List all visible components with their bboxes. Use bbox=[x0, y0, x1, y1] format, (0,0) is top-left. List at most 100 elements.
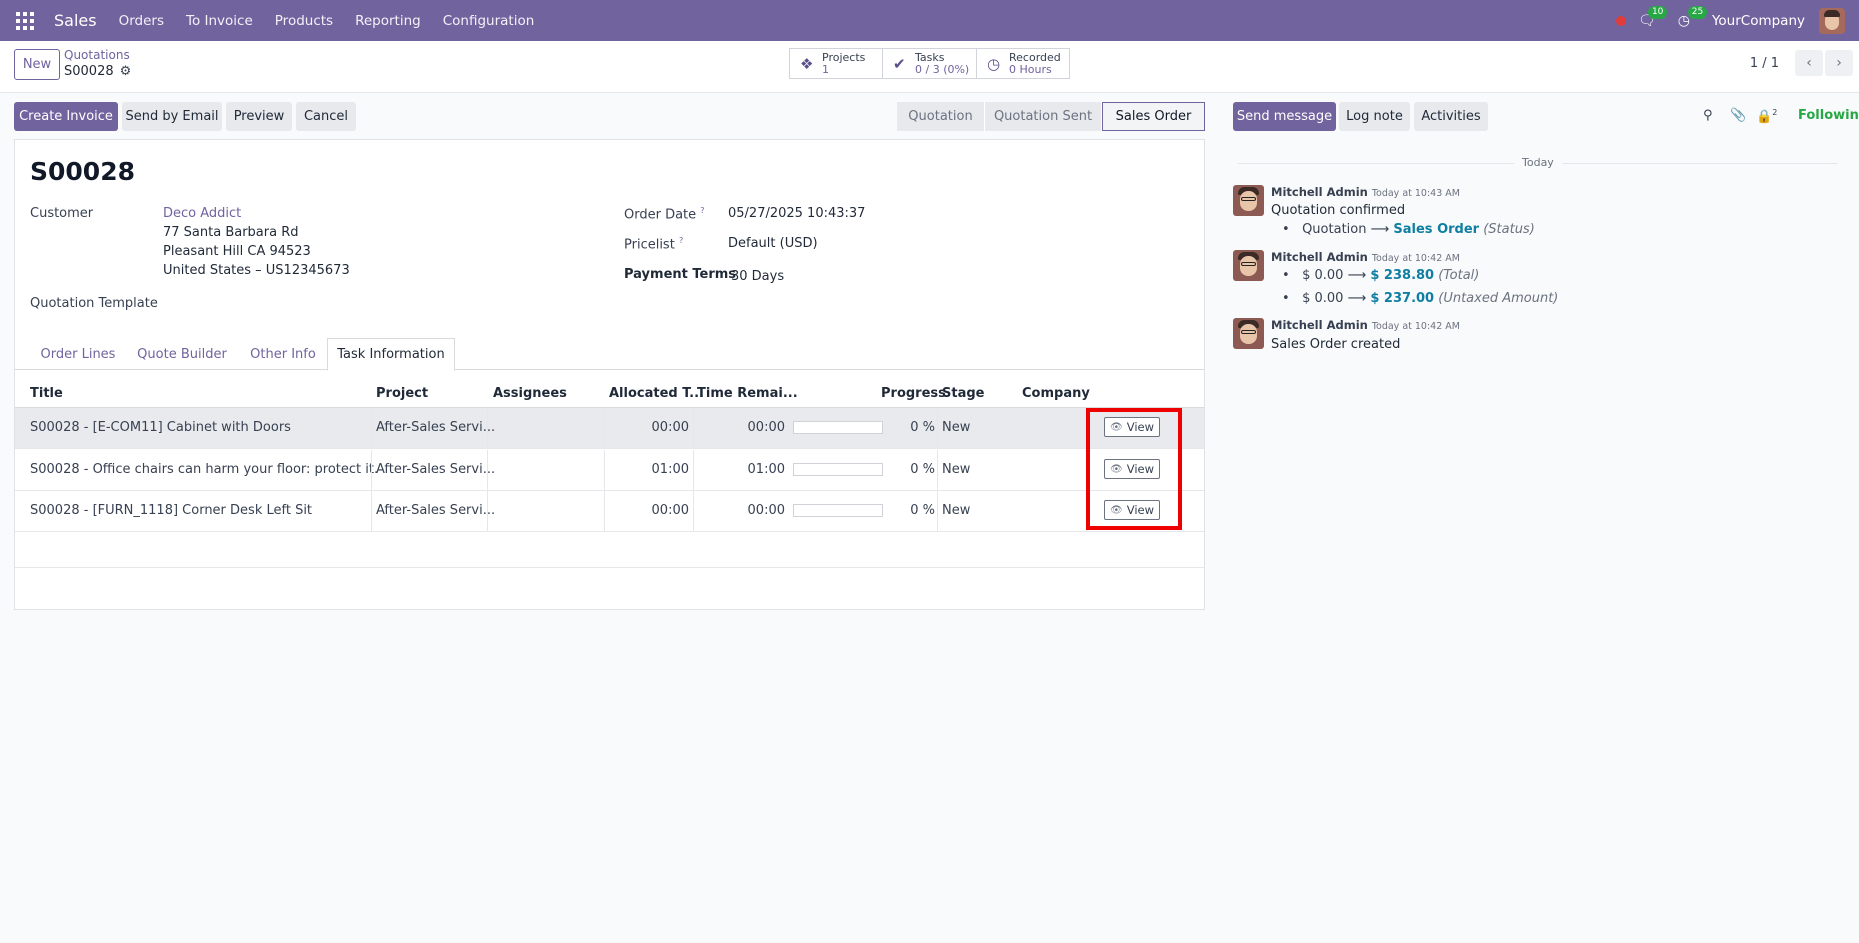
col-allocated-time[interactable]: Allocated T... bbox=[609, 386, 704, 401]
company-switcher[interactable]: YourCompany bbox=[1712, 13, 1805, 29]
app-name[interactable]: Sales bbox=[54, 11, 97, 30]
task-progress-bar bbox=[793, 463, 883, 476]
address-street: 77 Santa Barbara Rd bbox=[163, 225, 299, 240]
avatar[interactable] bbox=[1233, 185, 1264, 216]
task-title: S00028 - [FURN_1118] Corner Desk Left Si… bbox=[30, 503, 313, 518]
address-city: Pleasant Hill CA 94523 bbox=[163, 244, 311, 259]
stage-quotation-sent[interactable]: Quotation Sent bbox=[985, 102, 1102, 131]
view-task-button[interactable]: 👁 View bbox=[1104, 417, 1160, 437]
chat-icon[interactable]: 🗨 10 bbox=[1638, 5, 1668, 29]
status-bar: Quotation Quotation Sent Sales Order bbox=[897, 102, 1205, 131]
old-value: Quotation bbox=[1302, 222, 1367, 237]
view-button-label: View bbox=[1126, 462, 1154, 476]
notebook-tabs: Order Lines Quote Builder Other Info Tas… bbox=[15, 338, 1204, 371]
app-grid-icon[interactable] bbox=[14, 10, 36, 32]
field-name: (Status) bbox=[1483, 222, 1535, 237]
view-button-label: View bbox=[1126, 420, 1154, 434]
task-title: S00028 - Office chairs can harm your flo… bbox=[30, 462, 379, 477]
cancel-button[interactable]: Cancel bbox=[296, 102, 356, 131]
paperclip-icon[interactable]: 📎 bbox=[1730, 108, 1746, 123]
recorded-label: Recorded bbox=[1009, 50, 1061, 64]
field-name: (Untaxed Amount) bbox=[1438, 291, 1559, 306]
order-date-help-icon[interactable]: ? bbox=[700, 206, 704, 215]
activities-button[interactable]: Activities bbox=[1414, 102, 1488, 131]
user-avatar[interactable] bbox=[1819, 7, 1845, 34]
order-name: S00028 bbox=[30, 157, 135, 186]
payment-terms-value[interactable]: 30 Days bbox=[731, 269, 784, 284]
col-assignees[interactable]: Assignees bbox=[493, 386, 567, 401]
message-timestamp: Today at 10:43 AM bbox=[1371, 188, 1460, 199]
send-by-email-button[interactable]: Send by Email bbox=[122, 102, 222, 131]
col-stage[interactable]: Stage bbox=[942, 386, 984, 401]
tab-quote-builder[interactable]: Quote Builder bbox=[128, 338, 236, 370]
avatar[interactable] bbox=[1233, 318, 1264, 349]
new-button[interactable]: New bbox=[14, 49, 60, 80]
old-value: $ 0.00 bbox=[1302, 268, 1344, 283]
task-progress-bar bbox=[793, 504, 883, 517]
table-row[interactable]: S00028 - [E-COM11] Cabinet with Doors Af… bbox=[15, 408, 1204, 449]
tasks-smart-button[interactable]: ✔ Tasks 0 / 3 (0%) bbox=[882, 48, 977, 79]
menu-orders[interactable]: Orders bbox=[119, 13, 164, 29]
old-value: $ 0.00 bbox=[1302, 291, 1344, 306]
task-progress-label: 0 % bbox=[910, 420, 935, 435]
tab-other-info[interactable]: Other Info bbox=[238, 338, 328, 370]
stage-sales-order[interactable]: Sales Order bbox=[1102, 102, 1205, 131]
customer-link[interactable]: Deco Addict bbox=[163, 206, 241, 221]
avatar[interactable] bbox=[1233, 250, 1264, 281]
order-date-value[interactable]: 05/27/2025 10:43:37 bbox=[728, 206, 865, 221]
pager-value[interactable]: 1 / 1 bbox=[1750, 56, 1779, 71]
col-title[interactable]: Title bbox=[30, 386, 63, 401]
eye-icon: 👁 bbox=[1110, 463, 1123, 475]
tab-task-information[interactable]: Task Information bbox=[327, 338, 455, 371]
message-author[interactable]: Mitchell Admin Today at 10:43 AM bbox=[1271, 185, 1460, 199]
menu-to-invoice[interactable]: To Invoice bbox=[186, 13, 253, 29]
tab-order-lines[interactable]: Order Lines bbox=[30, 338, 126, 370]
message-author[interactable]: Mitchell Admin Today at 10:42 AM bbox=[1271, 250, 1460, 264]
menu-configuration[interactable]: Configuration bbox=[443, 13, 535, 29]
message-timestamp: Today at 10:42 AM bbox=[1371, 253, 1460, 264]
pricelist-help-icon[interactable]: ? bbox=[679, 236, 683, 245]
clock-icon: ◷ bbox=[987, 54, 1001, 73]
create-invoice-button[interactable]: Create Invoice bbox=[14, 102, 118, 131]
preview-button[interactable]: Preview bbox=[226, 102, 292, 131]
recorded-smart-button[interactable]: ◷ Recorded 0 Hours bbox=[976, 48, 1070, 79]
date-separator: Today bbox=[1514, 156, 1562, 169]
pager-previous-icon[interactable]: ‹ bbox=[1795, 50, 1823, 76]
tracking-change: • $ 0.00 ⟶ $ 237.00 (Untaxed Amount) bbox=[1282, 291, 1559, 306]
menu-products[interactable]: Products bbox=[275, 13, 333, 29]
following-button[interactable]: Following bbox=[1798, 108, 1859, 123]
task-title: S00028 - [E-COM11] Cabinet with Doors bbox=[30, 420, 291, 435]
arrow-right-icon: ⟶ bbox=[1347, 268, 1367, 283]
view-task-button[interactable]: 👁 View bbox=[1104, 459, 1160, 479]
stage-quotation[interactable]: Quotation bbox=[897, 102, 985, 131]
pricelist-value[interactable]: Default (USD) bbox=[728, 236, 818, 251]
pager-next-icon[interactable]: › bbox=[1825, 50, 1853, 76]
task-project: After-Sales Servi... bbox=[376, 420, 496, 435]
table-row[interactable]: S00028 - [FURN_1118] Corner Desk Left Si… bbox=[15, 491, 1204, 532]
table-row[interactable]: S00028 - Office chairs can harm your flo… bbox=[15, 450, 1204, 491]
task-stage: New bbox=[942, 462, 971, 477]
col-time-remaining[interactable]: Time Remai... bbox=[697, 386, 798, 401]
menu-reporting[interactable]: Reporting bbox=[355, 13, 421, 29]
task-progress-label: 0 % bbox=[910, 503, 935, 518]
puzzle-icon: ❖ bbox=[800, 54, 814, 73]
activity-clock-icon[interactable]: ◷ 25 bbox=[1678, 5, 1708, 29]
message-text: Quotation confirmed bbox=[1271, 203, 1406, 218]
breadcrumb-quotations[interactable]: Quotations bbox=[64, 48, 130, 62]
col-company[interactable]: Company bbox=[1022, 386, 1090, 401]
author-name: Mitchell Admin bbox=[1271, 250, 1368, 264]
quotation-template-label: Quotation Template bbox=[30, 296, 158, 311]
send-message-button[interactable]: Send message bbox=[1233, 102, 1336, 131]
projects-smart-button[interactable]: ❖ Projects 1 bbox=[789, 48, 883, 79]
view-task-button[interactable]: 👁 View bbox=[1104, 500, 1160, 520]
author-name: Mitchell Admin bbox=[1271, 318, 1368, 332]
log-note-button[interactable]: Log note bbox=[1339, 102, 1410, 131]
gear-icon[interactable]: ⚙ bbox=[120, 64, 132, 79]
search-icon[interactable]: ⚲ bbox=[1703, 108, 1713, 123]
new-value: Sales Order bbox=[1393, 222, 1480, 237]
col-project[interactable]: Project bbox=[376, 386, 428, 401]
new-value: $ 238.80 bbox=[1370, 268, 1435, 283]
message-author[interactable]: Mitchell Admin Today at 10:42 AM bbox=[1271, 318, 1460, 332]
col-progress[interactable]: Progress bbox=[881, 386, 946, 401]
followers-lock-icon[interactable]: 🔒2 bbox=[1756, 108, 1777, 124]
